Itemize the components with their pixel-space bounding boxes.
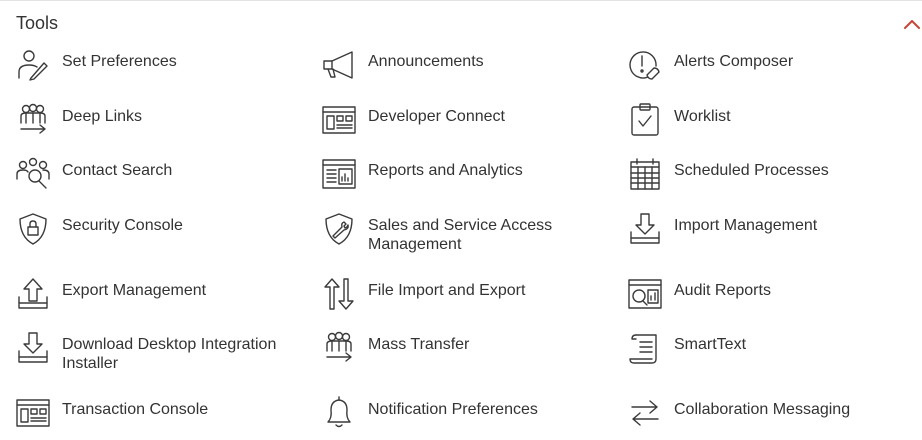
tool-label: Alerts Composer — [674, 53, 794, 70]
tool-label: Worklist — [674, 108, 731, 125]
scroll-icon — [629, 334, 657, 364]
tools-panel: Tools Set Preferences Announcements Aler… — [0, 0, 922, 440]
tool-label: Contact Search — [62, 162, 173, 179]
calendar-grid-icon — [630, 158, 660, 190]
tool-label: Scheduled Processes — [674, 162, 829, 179]
tool-label: SmartText — [674, 336, 747, 353]
up-down-arrows-icon — [324, 278, 354, 310]
window-panels-icon — [16, 399, 50, 427]
tool-label: Collaboration Messaging — [674, 401, 851, 418]
tool-label: Audit Reports — [674, 282, 771, 299]
tool-label: Set Preferences — [62, 53, 177, 70]
clipboard-check-icon — [631, 103, 659, 136]
report-chart-icon — [322, 159, 356, 189]
window-panels-icon — [322, 106, 356, 134]
person-pencil-icon — [18, 50, 48, 81]
group-arrow-icon — [20, 103, 46, 134]
download-tray-icon — [630, 213, 660, 244]
tool-label: Export Management — [62, 282, 207, 299]
tool-label: Download Desktop Integration Installer — [62, 336, 277, 372]
tool-label: Developer Connect — [368, 108, 505, 125]
people-search-icon — [16, 157, 50, 189]
tool-label: Security Console — [62, 217, 183, 234]
download-tray-icon — [18, 332, 48, 363]
tool-label: File Import and Export — [368, 282, 526, 299]
shield-wrench-icon — [325, 213, 353, 245]
tool-label: Mass Transfer — [368, 336, 470, 353]
shield-lock-icon — [19, 213, 47, 245]
group-arrow-icon — [326, 331, 352, 362]
tool-label: Import Management — [674, 217, 818, 234]
tool-label: Notification Preferences — [368, 401, 538, 418]
megaphone-icon — [323, 51, 353, 79]
bell-icon — [327, 396, 351, 428]
report-chart-icon — [628, 279, 662, 309]
alert-wrench-icon — [629, 51, 660, 80]
swap-arrows-icon — [631, 400, 659, 426]
panel-title: Tools — [16, 13, 59, 33]
upload-tray-icon — [18, 278, 48, 309]
tool-label: Deep Links — [62, 108, 143, 125]
chevron-up-icon[interactable] — [903, 17, 921, 31]
tool-label: Sales and Service Access Management — [368, 217, 553, 253]
tool-label: Announcements — [368, 53, 484, 70]
tool-label: Reports and Analytics — [368, 162, 523, 179]
tool-label: Transaction Console — [62, 401, 209, 418]
